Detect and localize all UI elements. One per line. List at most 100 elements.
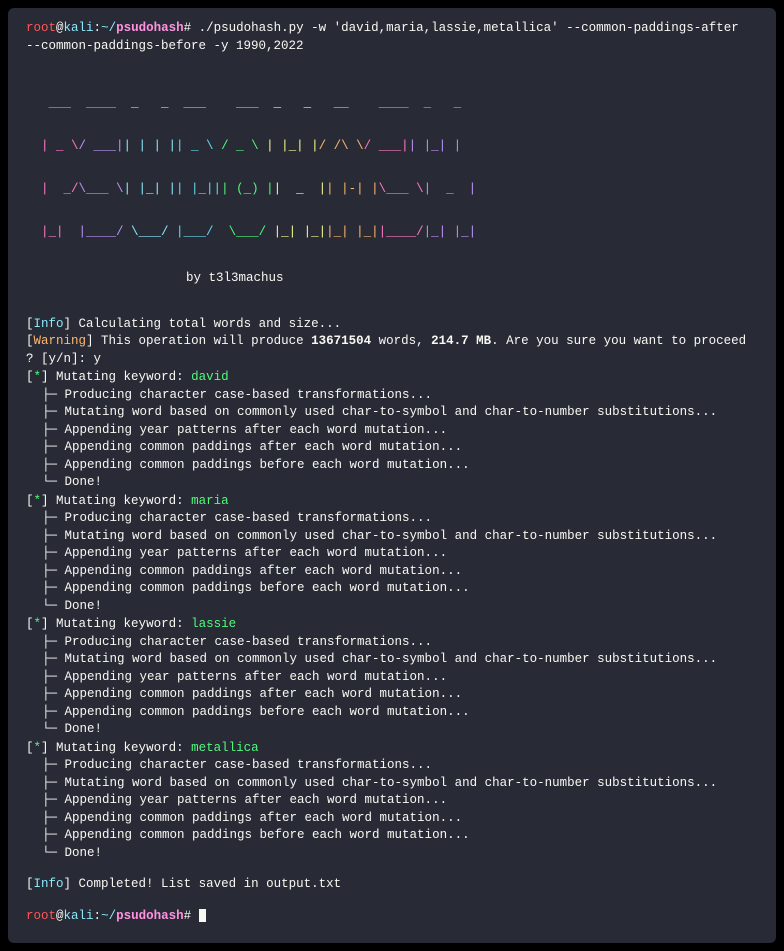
mutation-step: ├─ Mutating word based on commonly used … [26,775,758,793]
keyword-value: maria [191,494,229,508]
mutation-group-david: [*] Mutating keyword: david ├─ Producing… [26,369,758,492]
keyword-value: lassie [191,617,236,631]
star-icon: * [34,494,42,508]
b-r3c3: | |_| | [124,182,177,196]
keyword-value: metallica [191,741,259,755]
b-r3c4: | |_|| [176,182,221,196]
mutation-step: └─ Done! [26,721,758,739]
mutation-step: ├─ Mutating word based on commonly used … [26,404,758,422]
warn-post: . Are you sure you want to proceed [491,334,746,348]
keyword-value: david [191,370,229,384]
mutating-label: Mutating keyword: [49,741,192,755]
b-r1c2: ____ [79,96,132,110]
mutation-step: ├─ Appending common paddings before each… [26,580,758,598]
star-icon: * [34,741,42,755]
prompt-host: kali [64,21,94,35]
mutating-label: Mutating keyword: [49,370,192,384]
warn-size: 214.7 MB [431,334,491,348]
b-r3c6: | _ | [274,182,327,196]
b-r4c6: |_| |_| [274,225,327,239]
prompt-line-2[interactable]: root@kali:~/psudohash# [26,908,758,926]
warning-tag: Warning [34,334,87,348]
mutation-header: [*] Mutating keyword: david [26,369,758,387]
info-tag-done: Info [34,877,64,891]
mutation-step: ├─ Producing character case-based transf… [26,387,758,405]
prompt-hash-2: # [184,909,192,923]
mutation-step: ├─ Mutating word based on commonly used … [26,528,758,546]
star-icon: * [34,370,42,384]
b-r4c1: |_| [26,225,79,239]
mutation-header: [*] Mutating keyword: maria [26,493,758,511]
warning-line: [Warning] This operation will produce 13… [26,333,758,351]
prompt-tilde-2: ~/ [101,909,116,923]
info-tag: Info [34,317,64,331]
mutation-step: ├─ Producing character case-based transf… [26,757,758,775]
b-r1c5: ___ [229,96,274,110]
b-r4c9: |_| |_| [424,225,477,239]
b-r1c1: ___ [26,96,79,110]
prompt-colon-2: : [94,909,102,923]
b-r2c7: / /\ \ [319,139,364,153]
prompt-tilde: ~/ [101,21,116,35]
b-r3c8: \___ \ [379,182,424,196]
mutation-group-maria: [*] Mutating keyword: maria ├─ Producing… [26,493,758,616]
mutating-label: Mutating keyword: [49,617,192,631]
prompt-colon: : [94,21,102,35]
byline: by t3l3machus [26,270,758,288]
info-done-line: [Info] Completed! List saved in output.t… [26,876,758,894]
info-calc-line: [Info] Calculating total words and size.… [26,316,758,334]
mutation-step: ├─ Appending year patterns after each wo… [26,422,758,440]
warn-mid: words, [371,334,431,348]
mutation-step: ├─ Appending common paddings before each… [26,827,758,845]
b-r1c8: ____ [371,96,424,110]
star-icon: * [34,617,42,631]
b-r4c8: |____/ [379,225,424,239]
b-r3c1: | _/ [26,182,79,196]
mutation-step: └─ Done! [26,845,758,863]
warn-pre: This operation will produce [94,334,312,348]
b-r2c3: | | | | [124,139,177,153]
prompt-host-2: kali [64,909,94,923]
b-r2c1: | _ \ [26,139,79,153]
mutation-step: └─ Done! [26,598,758,616]
b-r1c9: _ _ [424,96,469,110]
b-r2c5: / _ \ [221,139,266,153]
b-r4c7: |_| |_| [326,225,379,239]
mutating-label: Mutating keyword: [49,494,192,508]
b-r1c6: _ _ [274,96,327,110]
confirm-prompt[interactable]: ? [y/n]: y [26,351,758,369]
b-r1c3: _ _ [131,96,184,110]
prompt-user-2: root [26,909,56,923]
prompt-line-1[interactable]: root@kali:~/psudohash# ./psudohash.py -w… [26,20,758,38]
mutation-step: ├─ Appending common paddings after each … [26,563,758,581]
mutation-group-lassie: [*] Mutating keyword: lassie ├─ Producin… [26,616,758,739]
b-r4c2: |____/ [79,225,124,239]
prompt-user: root [26,21,56,35]
prompt-path: psudohash [116,21,184,35]
b-r2c8: / ___| [364,139,409,153]
b-r1c7: __ [326,96,371,110]
b-r3c2: \___ \ [79,182,124,196]
command-text-2: --common-paddings-before -y 1990,2022 [26,38,758,56]
cursor[interactable] [199,909,206,922]
prompt-path-2: psudohash [116,909,184,923]
mutation-step: ├─ Appending year patterns after each wo… [26,792,758,810]
mutation-step: ├─ Producing character case-based transf… [26,634,758,652]
mutation-step: ├─ Appending common paddings after each … [26,439,758,457]
mutation-step: ├─ Appending common paddings before each… [26,457,758,475]
mutation-step: ├─ Appending common paddings before each… [26,704,758,722]
prompt-at-2: @ [56,909,64,923]
b-r3c7: | |-| | [326,182,379,196]
command-text-1: ./psudohash.py -w 'david,maria,lassie,me… [191,21,739,35]
b-r3c9: | _ | [424,182,477,196]
mutation-step: └─ Done! [26,474,758,492]
mutation-step: ├─ Appending common paddings after each … [26,686,758,704]
mutation-header: [*] Mutating keyword: lassie [26,616,758,634]
ascii-banner: ___ ____ _ _ ___ ___ _ _ __ ____ _ _ | _… [26,67,758,268]
warn-words: 13671504 [311,334,371,348]
b-r4c4: |___/ [176,225,221,239]
prompt-hash: # [184,21,192,35]
b-r4c3: \___/ [124,225,177,239]
prompt-at: @ [56,21,64,35]
mutation-step: ├─ Appending year patterns after each wo… [26,669,758,687]
